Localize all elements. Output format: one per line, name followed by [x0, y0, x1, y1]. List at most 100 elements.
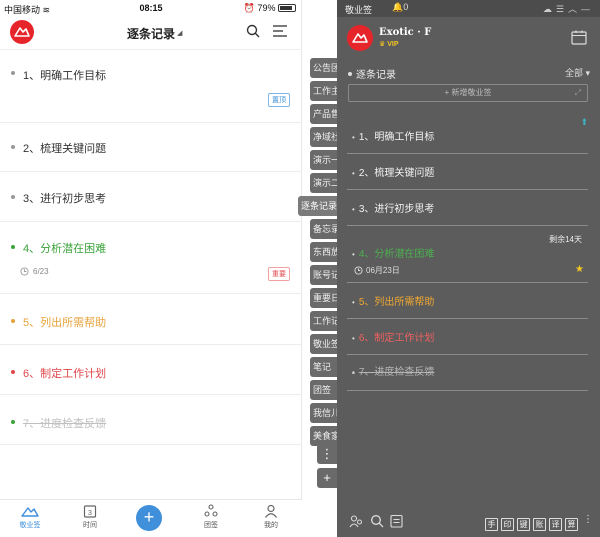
side-tab[interactable]: 演示二 — [310, 173, 338, 193]
side-tab[interactable]: 我信儿 — [310, 403, 338, 423]
side-tab[interactable]: 产品售 — [310, 104, 338, 124]
list-item[interactable]: 3、进行初步思考 — [347, 190, 588, 226]
item-text: 2、梳理关键问题 — [23, 143, 107, 155]
alarm-icon: ⏰ — [243, 3, 255, 13]
side-tab[interactable]: 逐条记录 — [298, 196, 338, 216]
shortcut-key[interactable]: 算 — [565, 518, 578, 531]
avatar[interactable] — [347, 25, 373, 51]
list-item[interactable]: 2、梳理关键问题 — [0, 123, 302, 172]
search-icon[interactable] — [246, 24, 260, 38]
calendar-icon[interactable] — [571, 30, 587, 45]
shortcut-key[interactable]: 键 — [517, 518, 530, 531]
bullet-dot — [11, 420, 15, 424]
side-tab[interactable]: 工作主 — [310, 81, 338, 101]
pin-tag: 置顶 — [268, 93, 290, 107]
item-text: 6、制定工作计划 — [23, 368, 107, 380]
list-item[interactable]: ⬆ 1、明确工作目标 — [347, 114, 588, 154]
app-logo-icon — [352, 33, 368, 43]
side-tab[interactable]: 东西放 — [310, 242, 338, 262]
expand-icon[interactable]: ⤢ — [575, 85, 581, 101]
screen-root: 中国移动 ≋ 08:15 ⏰ 79% 逐条记录 ◢ 1、明确工作目标 置顶 2、… — [0, 0, 600, 537]
new-note-placeholder: + 新增敬业签 — [444, 88, 492, 97]
item-text: 1、明确工作目标 — [23, 70, 107, 82]
side-tab[interactable]: 美食家 — [310, 426, 338, 446]
tab-team[interactable]: 团签 — [191, 504, 231, 530]
add-button[interactable]: + — [136, 505, 162, 531]
add-tab-button[interactable]: + — [317, 468, 337, 488]
item-text: 7、进度检查反馈 — [23, 418, 107, 430]
more-tabs-button[interactable]: ⋮ — [317, 444, 337, 464]
side-tab[interactable]: 公告团 — [310, 58, 338, 78]
side-tab[interactable]: 团签 — [310, 380, 338, 400]
side-tab[interactable]: 笔记 — [310, 357, 338, 377]
title-caret-icon[interactable]: ◢ — [177, 29, 182, 37]
side-tab[interactable]: 重要日 — [310, 288, 338, 308]
list-item[interactable]: 2、梳理关键问题 — [347, 154, 588, 190]
contacts-icon[interactable] — [349, 514, 363, 528]
section-title: 逐条记录 — [356, 70, 396, 81]
side-tab[interactable]: 净域社 — [310, 127, 338, 147]
side-tab[interactable]: 备忘录 — [310, 219, 338, 239]
list-item[interactable]: 7、进度检查反馈 — [347, 355, 588, 391]
bullet-dot — [11, 319, 15, 323]
user-icon — [265, 504, 277, 518]
calendar-icon: 3 — [83, 505, 97, 518]
filter-dropdown: 全部 — [564, 68, 583, 78]
chevron-down-icon: ▾ — [585, 68, 590, 78]
side-tab[interactable]: 演示一 — [310, 150, 338, 170]
more-icon[interactable]: ⋮ — [583, 514, 593, 525]
item-text: 6、制定工作计划 — [352, 329, 435, 344]
user-name: Exotic · F — [379, 27, 432, 38]
list-item[interactable]: 7、进度检查反馈 — [0, 395, 302, 445]
section-dot — [348, 72, 352, 76]
shortcut-key[interactable]: 手 — [485, 518, 498, 531]
list-item[interactable]: 5、列出所需帮助 — [347, 283, 588, 319]
tab-label: 我的 — [264, 522, 278, 529]
new-note-input[interactable]: + 新增敬业签 ⤢ — [348, 84, 588, 102]
side-tab[interactable]: 账号记 — [310, 265, 338, 285]
item-text: 5、列出所需帮助 — [23, 317, 107, 329]
side-tab[interactable]: 工作记 — [310, 311, 338, 331]
search-icon[interactable] — [370, 514, 384, 528]
item-text: 3、进行初步思考 — [352, 200, 435, 215]
shortcut-key[interactable]: 账 — [533, 518, 546, 531]
calendar-day: 3 — [88, 510, 92, 517]
minimize-icon[interactable]: — — [581, 4, 594, 14]
item-text: 2、梳理关键问题 — [352, 164, 435, 179]
pin-icon[interactable]: ⬆ — [580, 117, 588, 128]
star-icon[interactable]: ★ — [575, 264, 584, 275]
item-text: 4、分析潜在困难 — [352, 245, 435, 260]
shortcut-keys: 手印键账译算 — [482, 514, 578, 532]
shortcut-key[interactable]: 印 — [501, 518, 514, 531]
list-item[interactable]: 6、制定工作计划 — [347, 319, 588, 355]
list-item[interactable]: 3、进行初步思考 — [0, 172, 302, 222]
important-tag: 重要 — [268, 267, 290, 281]
tab-jingyeqian[interactable]: 敬业签 — [10, 504, 50, 530]
vip-crown-icon: ♛ — [379, 41, 386, 48]
menu-icon[interactable]: ☰ — [556, 4, 568, 14]
tab-mine[interactable]: 我的 — [251, 504, 291, 530]
tab-time[interactable]: 3 时间 — [70, 504, 110, 530]
widget-app-name: 敬业签 — [345, 5, 373, 15]
collapse-icon[interactable]: ︿ — [568, 4, 581, 14]
widget-toolbar: 手印键账译算 ⋮ — [337, 506, 600, 537]
side-tab[interactable]: 敬业签 — [310, 334, 338, 354]
desktop-widget: 敬业签 🔔0 ☁☰︿— Exotic · F ♛ VIP 逐条记录 全部 ▾ +… — [337, 0, 600, 537]
list-item[interactable]: 剩余14天 4、分析潜在困难 06月23日 ★ — [347, 226, 588, 283]
tab-label: 时间 — [83, 522, 97, 529]
cloud-icon[interactable]: ☁ — [543, 4, 556, 14]
bullet-dot — [11, 195, 15, 199]
shortcut-key[interactable]: 译 — [549, 518, 562, 531]
tab-label: 团签 — [204, 522, 218, 529]
item-date: 06月23日 — [366, 266, 400, 275]
menu-icon[interactable] — [273, 25, 287, 37]
list-item[interactable]: 5、列出所需帮助 — [0, 294, 302, 345]
cloud-mountain-icon — [21, 507, 39, 517]
list-item[interactable]: 6、制定工作计划 — [0, 345, 302, 395]
notes-icon[interactable] — [390, 514, 403, 528]
list-item[interactable]: 1、明确工作目标 置顶 — [0, 51, 302, 123]
notify-count: 0 — [403, 2, 409, 12]
battery-icon — [278, 4, 296, 12]
vip-badge: VIP — [387, 41, 399, 48]
list-item[interactable]: 4、分析潜在困难 6/23 重要 — [0, 222, 302, 294]
